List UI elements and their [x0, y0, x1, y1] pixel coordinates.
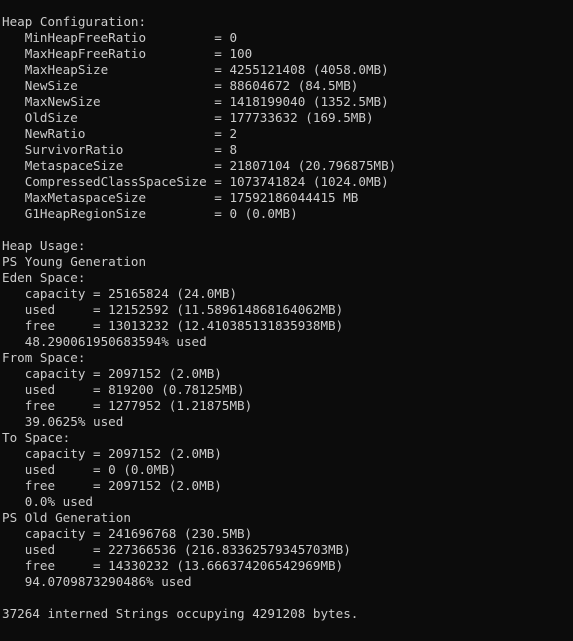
terminal-window: Heap Configuration: MinHeapFreeRatio = 0…	[0, 0, 573, 641]
terminal-line: capacity = 2097152 (2.0MB)	[2, 446, 222, 461]
terminal-line: capacity = 241696768 (230.5MB)	[2, 526, 253, 541]
terminal-line: free = 14330232 (13.666374206542969MB)	[2, 558, 344, 573]
terminal-line: 37264 interned Strings occupying 4291208…	[2, 606, 359, 621]
terminal-line: G1HeapRegionSize = 0 (0.0MB)	[2, 206, 298, 221]
terminal-line: used = 819200 (0.78125MB)	[2, 382, 245, 397]
terminal-line: capacity = 2097152 (2.0MB)	[2, 366, 222, 381]
terminal-line: used = 227366536 (216.83362579345703MB)	[2, 542, 351, 557]
terminal-line: NewRatio = 2	[2, 126, 238, 141]
terminal-line: used = 0 (0.0MB)	[2, 462, 177, 477]
terminal-line: PS Old Generation	[2, 510, 131, 525]
terminal-line: MaxHeapSize = 4255121408 (4058.0MB)	[2, 62, 389, 77]
terminal-line: From Space:	[2, 350, 86, 365]
terminal-line: SurvivorRatio = 8	[2, 142, 238, 157]
terminal-line: capacity = 25165824 (24.0MB)	[2, 286, 238, 301]
terminal-line: MaxMetaspaceSize = 17592186044415 MB	[2, 190, 359, 205]
terminal-line: Heap Configuration:	[2, 14, 147, 29]
terminal-line: used = 12152592 (11.589614868164062MB)	[2, 302, 344, 317]
terminal-line: MetaspaceSize = 21807104 (20.796875MB)	[2, 158, 397, 173]
terminal-line: 48.290061950683594% used	[2, 334, 207, 349]
terminal-line: free = 2097152 (2.0MB)	[2, 478, 222, 493]
terminal-line: free = 1277952 (1.21875MB)	[2, 398, 253, 413]
terminal-line: OldSize = 177733632 (169.5MB)	[2, 110, 374, 125]
terminal-output: Heap Configuration: MinHeapFreeRatio = 0…	[2, 14, 573, 622]
terminal-line: MaxHeapFreeRatio = 100	[2, 46, 253, 61]
terminal-line: To Space:	[2, 430, 71, 445]
terminal-line: PS Young Generation	[2, 254, 147, 269]
terminal-line: 94.0709873290486% used	[2, 574, 192, 589]
terminal-line: 39.0625% used	[2, 414, 124, 429]
terminal-line: MaxNewSize = 1418199040 (1352.5MB)	[2, 94, 389, 109]
terminal-line: Heap Usage:	[2, 238, 86, 253]
terminal-line: CompressedClassSpaceSize = 1073741824 (1…	[2, 174, 389, 189]
terminal-line: NewSize = 88604672 (84.5MB)	[2, 78, 359, 93]
terminal-line: free = 13013232 (12.410385131835938MB)	[2, 318, 344, 333]
terminal-line: 0.0% used	[2, 494, 93, 509]
terminal-line: Eden Space:	[2, 270, 86, 285]
terminal-line: MinHeapFreeRatio = 0	[2, 30, 238, 45]
